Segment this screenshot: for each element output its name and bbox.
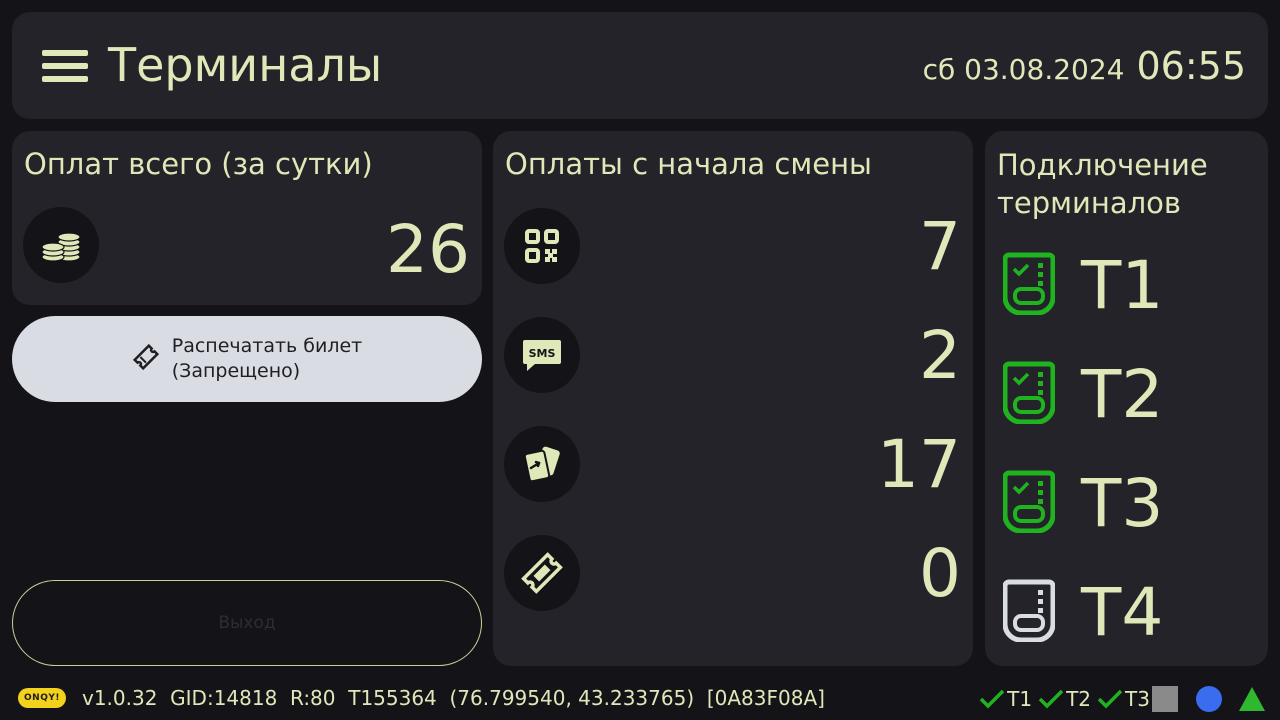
- qr-code-icon: [504, 208, 580, 284]
- svg-text:SMS: SMS: [529, 347, 556, 360]
- terminal-connection-title: Подключение терминалов: [997, 146, 1208, 222]
- print-ticket-sublabel: (Запрещено): [171, 360, 301, 382]
- status-indicators: T1 T2 T3: [973, 684, 1268, 714]
- indicator-label: T1: [1007, 687, 1033, 711]
- brand-logo-text: ONQY!: [24, 693, 60, 703]
- payment-row-sms: SMS 2: [493, 315, 973, 395]
- print-ticket-button[interactable]: Распечатать билет (Запрещено): [12, 316, 482, 402]
- payment-row-qr: 7: [493, 206, 973, 286]
- header-bar: Терминалы сб 03.08.2024 06:55: [12, 12, 1268, 119]
- brand-logo: ONQY!: [18, 688, 66, 708]
- payment-row-value: 2: [919, 317, 961, 394]
- terminal-label: T2: [1081, 355, 1164, 433]
- terminal-connected-icon: [1002, 469, 1056, 537]
- time-label: 06:55: [1136, 44, 1246, 88]
- coins-icon: [23, 207, 99, 283]
- date-label: сб 03.08.2024: [922, 53, 1125, 86]
- page-title: Терминалы: [108, 38, 383, 92]
- check-icon: [1038, 689, 1064, 709]
- ticket-icon: [132, 343, 160, 375]
- ticket-icon: [504, 535, 580, 611]
- terminal-label: T3: [1081, 464, 1164, 542]
- indicator-label: T2: [1066, 687, 1092, 711]
- terminal-connected-icon: [1002, 251, 1056, 319]
- total-payments-value: 26: [386, 211, 470, 288]
- terminal-label: T4: [1081, 573, 1164, 651]
- exit-button[interactable]: Выход: [12, 580, 482, 666]
- payment-row-value: 0: [919, 535, 961, 612]
- terminal-indicator-t3: T3: [1097, 687, 1150, 711]
- datetime: сб 03.08.2024 06:55: [923, 44, 1246, 88]
- shift-payments-card: Оплаты с начала смены 7 SMS 2 17 0: [493, 131, 973, 666]
- status-text: v1.0.32 GID:14818 R:80 T155364 (76.79954…: [82, 686, 825, 710]
- terminal-item-t1: T1: [1002, 245, 1253, 325]
- print-ticket-label: Распечатать билет: [171, 335, 363, 357]
- cards-icon: [504, 426, 580, 502]
- blue-circle-icon: [1196, 686, 1222, 712]
- total-payments-title: Оплат всего (за сутки): [24, 147, 373, 181]
- check-icon: [979, 689, 1005, 709]
- terminal-connected-icon: [1002, 360, 1056, 428]
- terminal-disconnected-icon: [1002, 578, 1056, 646]
- terminal-connection-card: Подключение терминалов T1 T2 T3 T4: [985, 131, 1268, 666]
- check-icon: [1097, 689, 1123, 709]
- status-bar: ONQY! v1.0.32 GID:14818 R:80 T155364 (76…: [0, 680, 1280, 720]
- terminal-indicator-t2: T2: [1038, 687, 1091, 711]
- payment-row-cards: 17: [493, 424, 973, 504]
- payment-row-value: 7: [919, 208, 961, 285]
- menu-icon[interactable]: [42, 48, 90, 84]
- payment-row-value: 17: [877, 426, 961, 503]
- terminal-indicator-t1: T1: [979, 687, 1032, 711]
- terminal-item-t2: T2: [1002, 354, 1253, 434]
- indicator-label: T3: [1125, 687, 1150, 711]
- shift-payments-title: Оплаты с начала смены: [505, 147, 872, 181]
- gray-square-icon: [1152, 686, 1178, 712]
- green-triangle-icon: [1238, 686, 1268, 712]
- terminal-label: T1: [1081, 246, 1164, 324]
- payment-row-ticket: 0: [493, 533, 973, 613]
- terminal-connection-title-line2: терминалов: [997, 186, 1181, 220]
- total-payments-card: Оплат всего (за сутки) 26: [12, 131, 482, 305]
- terminal-item-t3: T3: [1002, 463, 1253, 543]
- terminal-item-t4: T4: [1002, 572, 1253, 652]
- sms-icon: SMS: [504, 317, 580, 393]
- exit-button-label: Выход: [218, 613, 276, 633]
- terminal-connection-title-line1: Подключение: [997, 148, 1208, 182]
